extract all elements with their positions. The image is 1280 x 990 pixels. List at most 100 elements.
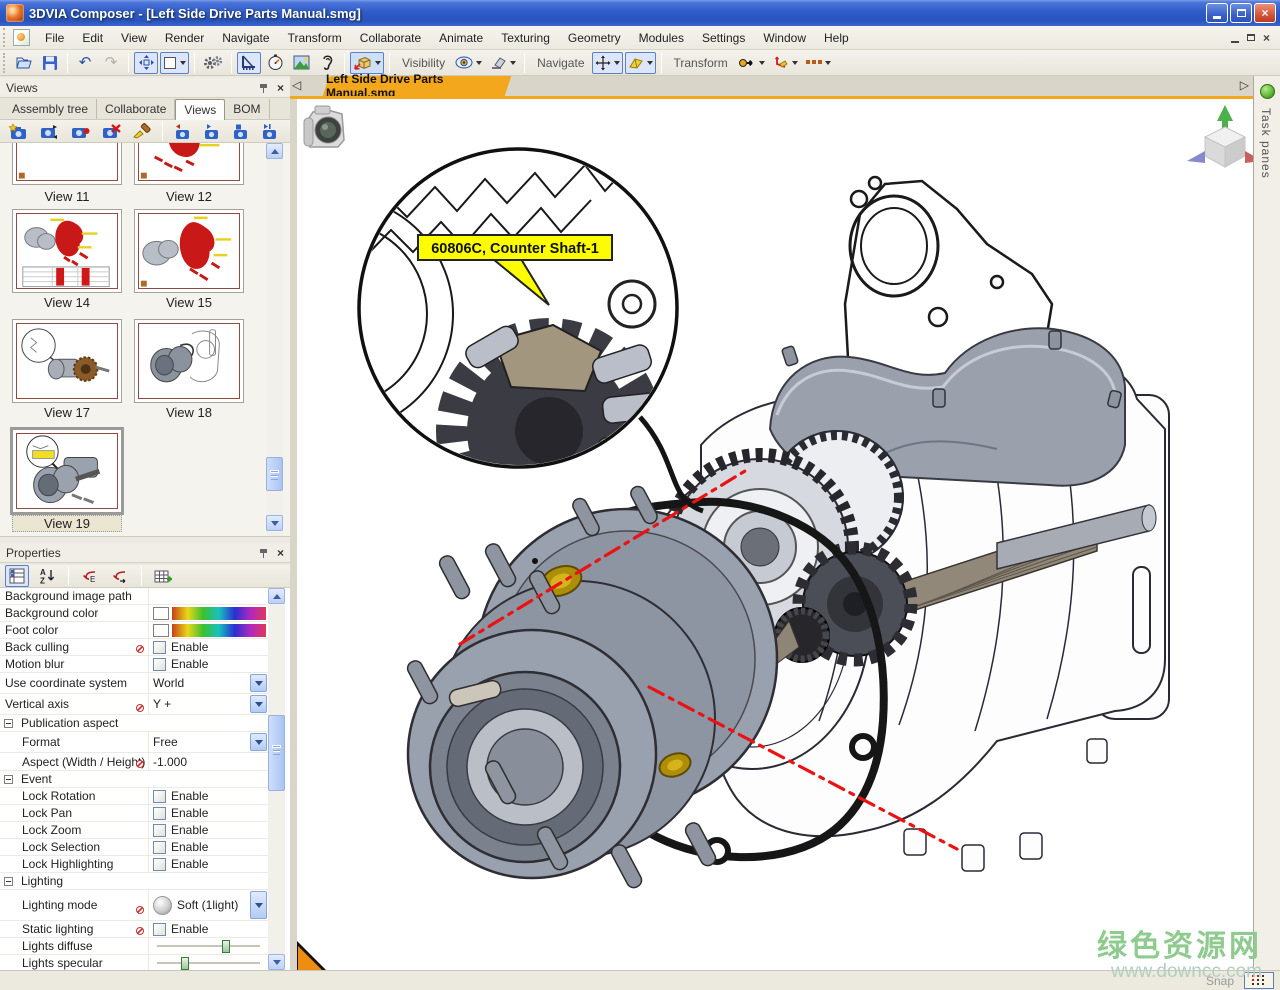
chevron-down-icon[interactable] [180, 61, 186, 65]
camera-mode-button[interactable] [67, 120, 93, 142]
sound-button[interactable] [315, 52, 339, 74]
undo-button[interactable]: ↶ [73, 52, 97, 74]
view-label[interactable]: View 12 [134, 189, 244, 204]
redo-button[interactable]: ↷ [99, 52, 123, 74]
scroll-down-button[interactable] [268, 954, 285, 970]
measure-button[interactable] [237, 52, 261, 74]
camera-photo-icon[interactable] [304, 106, 344, 147]
scroll-down-button[interactable] [266, 515, 283, 531]
view-label[interactable]: View 11 [12, 189, 122, 204]
menu-item-geometry[interactable]: Geometry [559, 28, 630, 48]
checkbox[interactable] [153, 658, 166, 671]
checkbox[interactable] [153, 858, 166, 871]
checkbox[interactable] [153, 790, 166, 803]
dropdown-button[interactable] [250, 733, 267, 751]
restore-button[interactable] [1230, 3, 1252, 23]
property-group-event[interactable]: Event [0, 771, 268, 788]
alphabetical-sort-button[interactable]: AZ [35, 565, 59, 587]
property-row-lock-selection[interactable]: Lock Selection Enable [0, 839, 268, 856]
update-view-button[interactable] [36, 120, 62, 142]
tab-collaborate[interactable]: Collaborate [97, 99, 175, 119]
minimize-button[interactable] [1206, 3, 1228, 23]
property-row-lock-pan[interactable]: Lock Pan Enable [0, 805, 268, 822]
open-button[interactable] [12, 52, 36, 74]
view-thumbnail-12[interactable] [134, 143, 244, 185]
pin-icon[interactable] [259, 548, 269, 558]
gears-button[interactable] [200, 52, 226, 74]
property-row-lights-specular[interactable]: Lights specular [0, 955, 268, 970]
view-thumbnail-19[interactable] [10, 427, 124, 515]
dropdown-button[interactable] [250, 695, 267, 713]
menu-item-collaborate[interactable]: Collaborate [351, 28, 430, 48]
color-swatch[interactable] [153, 624, 169, 637]
scrollbar-thumb[interactable] [266, 457, 283, 491]
slider-thumb[interactable] [181, 957, 189, 970]
chevron-down-icon[interactable] [510, 61, 516, 65]
menu-item-edit[interactable]: Edit [73, 28, 112, 48]
chevron-down-icon[interactable] [759, 61, 765, 65]
property-row-vertical-axis[interactable]: Vertical axis Y + [0, 694, 268, 715]
color-swatch[interactable] [153, 607, 169, 620]
checkbox[interactable] [153, 824, 166, 837]
camera-view-button[interactable] [625, 52, 656, 74]
title-bar[interactable]: 3DVIA Composer - [Left Side Drive Parts … [0, 0, 1280, 26]
mdi-close-icon[interactable]: × [1263, 33, 1270, 43]
chevron-down-icon[interactable] [792, 61, 798, 65]
chevron-down-icon[interactable] [614, 61, 620, 65]
select-rectangle-button[interactable] [160, 52, 189, 74]
property-row-motion-blur[interactable]: Motion blur Enable [0, 656, 268, 673]
view-thumbnail-15[interactable] [134, 209, 244, 293]
view-thumbnail-14[interactable] [12, 209, 122, 293]
tab-views[interactable]: Views [175, 99, 225, 120]
translate-button[interactable] [735, 52, 768, 74]
tab-bom[interactable]: BOM [225, 99, 269, 119]
paint-view-button[interactable] [129, 120, 154, 142]
property-row-lock-rotation[interactable]: Lock Rotation Enable [0, 788, 268, 805]
chevron-down-icon[interactable] [647, 61, 653, 65]
create-view-button[interactable] [5, 120, 31, 142]
menu-item-modules[interactable]: Modules [630, 28, 693, 48]
orientation-cube[interactable] [1187, 105, 1253, 167]
collapse-icon[interactable] [4, 877, 13, 886]
chevron-down-icon[interactable] [375, 61, 381, 65]
menu-item-settings[interactable]: Settings [693, 28, 754, 48]
menu-item-texturing[interactable]: Texturing [492, 28, 559, 48]
close-panel-icon[interactable]: × [277, 548, 284, 558]
property-row-background-color[interactable]: Background color [0, 605, 268, 622]
view-label[interactable]: View 17 [12, 405, 122, 420]
property-group-lighting[interactable]: Lighting [0, 873, 268, 890]
scroll-up-button[interactable] [268, 588, 285, 604]
checkbox[interactable] [153, 807, 166, 820]
play-views-button[interactable] [200, 120, 224, 142]
output-hub[interactable] [405, 484, 777, 890]
property-row-lock-highlighting[interactable]: Lock Highlighting Enable [0, 856, 268, 873]
close-button[interactable]: × [1254, 3, 1276, 23]
timer-button[interactable] [263, 52, 287, 74]
workshop-button[interactable] [350, 52, 384, 74]
dropdown-button[interactable] [250, 891, 267, 919]
menu-item-file[interactable]: File [36, 28, 73, 48]
checkbox[interactable] [153, 641, 166, 654]
property-row-format[interactable]: Format Free [0, 732, 268, 753]
color-gradient-bar[interactable] [172, 624, 266, 637]
property-value[interactable] [148, 588, 268, 604]
collapse-icon[interactable] [4, 775, 13, 784]
resize-corner-icon[interactable] [298, 946, 322, 970]
property-row-back-culling[interactable]: Back culling Enable [0, 639, 268, 656]
menu-item-transform[interactable]: Transform [279, 28, 351, 48]
erase-button[interactable] [487, 52, 519, 74]
visibility-button[interactable] [452, 52, 485, 74]
reset-all-button[interactable] [108, 565, 132, 587]
slider-thumb[interactable] [222, 940, 230, 953]
properties-scrollbar[interactable] [268, 588, 285, 970]
task-panes-strip[interactable]: Task panes [1253, 76, 1280, 970]
menu-item-help[interactable]: Help [815, 28, 858, 48]
checkbox[interactable] [153, 923, 166, 936]
view-label[interactable]: View 14 [12, 295, 122, 310]
menu-item-window[interactable]: Window [754, 28, 815, 48]
scroll-up-button[interactable] [266, 143, 283, 159]
delete-view-button[interactable] [98, 120, 124, 142]
menu-item-animate[interactable]: Animate [430, 28, 492, 48]
property-group-publication-aspect[interactable]: Publication aspect [0, 715, 268, 732]
fit-all-button[interactable] [134, 52, 158, 74]
